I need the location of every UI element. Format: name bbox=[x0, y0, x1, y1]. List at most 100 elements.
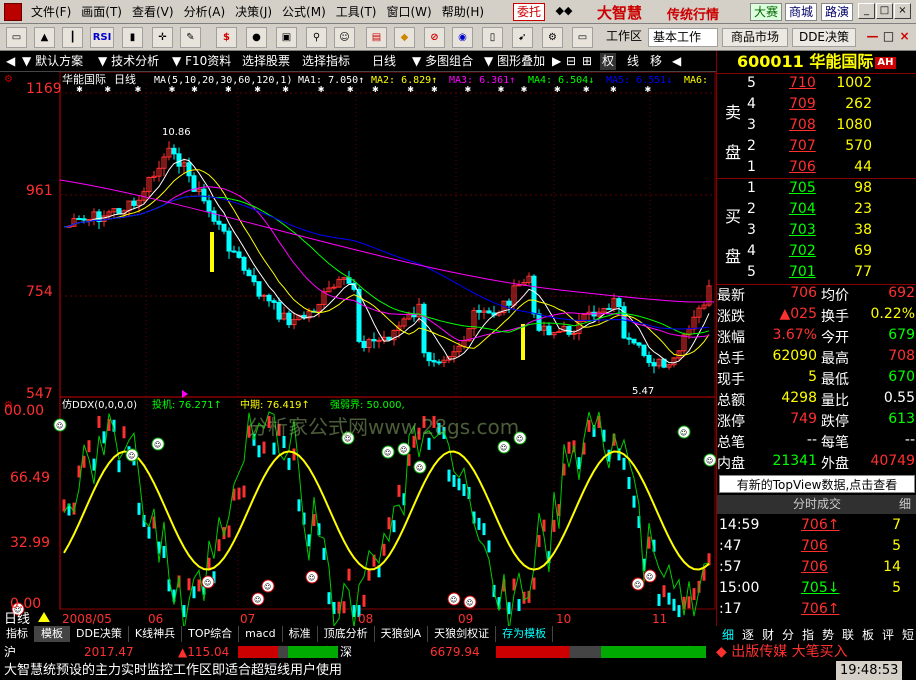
bottom-tab[interactable]: 天狼剑A bbox=[375, 626, 429, 642]
disk-icon[interactable]: ▯ bbox=[482, 27, 503, 48]
work-area-select[interactable]: 基本工作 bbox=[648, 28, 718, 47]
tool-icon[interactable]: ⚙ bbox=[542, 27, 563, 48]
tab-xian[interactable]: 线 bbox=[627, 53, 639, 70]
dde-button[interactable]: DDE决策 bbox=[792, 28, 856, 47]
roadshow-tag[interactable]: 路演 bbox=[821, 3, 854, 21]
quote-tab[interactable]: 逐 bbox=[739, 626, 757, 643]
tab-quan[interactable]: 权 bbox=[600, 53, 617, 70]
menu-formula[interactable]: 公式(M) bbox=[277, 0, 331, 24]
quote-tab[interactable]: 指 bbox=[799, 626, 817, 643]
tab-stock-pick[interactable]: 选择股票 bbox=[242, 53, 290, 70]
menu-window[interactable]: 窗口(W) bbox=[381, 0, 436, 24]
bottom-tab[interactable]: 顶底分析 bbox=[318, 626, 375, 642]
quote-tab[interactable]: 板 bbox=[859, 626, 877, 643]
trades-title: 分时成交 bbox=[792, 497, 841, 511]
menu-tools[interactable]: 工具(T) bbox=[331, 0, 382, 24]
quote-tab[interactable]: 分 bbox=[779, 626, 797, 643]
compare-icon[interactable]: ▣ bbox=[276, 27, 297, 48]
monitor-icon[interactable]: ▭ bbox=[572, 27, 593, 48]
trades-more-button[interactable]: 细 bbox=[899, 495, 911, 514]
sell-row[interactable]: 2 707 570 bbox=[717, 138, 916, 159]
tab-yi[interactable]: 移 bbox=[650, 53, 662, 70]
tab-minus-icon[interactable]: ⊟ bbox=[566, 53, 576, 70]
rocket-icon[interactable]: ➹ bbox=[512, 27, 533, 48]
money-icon[interactable]: $ bbox=[216, 27, 237, 48]
menu-screen[interactable]: 画面(T) bbox=[76, 0, 127, 24]
tab-multi[interactable]: ▼ 多图组合 bbox=[412, 53, 473, 70]
tab-indicator-pick[interactable]: 选择指标 bbox=[302, 53, 350, 70]
crosshair-icon[interactable]: ✛ bbox=[152, 27, 173, 48]
news-ticker[interactable]: ◆ 出版传媒 大笔买入 bbox=[716, 643, 848, 661]
tab-overlay[interactable]: ▼ 图形叠加 bbox=[484, 53, 545, 70]
sell-row[interactable]: 1 706 44 bbox=[717, 159, 916, 180]
rsi-icon[interactable]: RSI bbox=[90, 27, 114, 48]
tab-scheme[interactable]: ▼ 默认方案 bbox=[22, 53, 83, 70]
quote-tab[interactable]: 财 bbox=[759, 626, 777, 643]
stat-key: 总额 bbox=[717, 393, 745, 409]
sell-row[interactable]: 5 710 1002 bbox=[717, 75, 916, 96]
buy-row[interactable]: 5 701 77 bbox=[717, 264, 916, 285]
alert-icon[interactable]: ⊘ bbox=[424, 27, 445, 48]
pencil-icon[interactable]: ✎ bbox=[180, 27, 201, 48]
menu-decision[interactable]: 决策(J) bbox=[230, 0, 277, 24]
settings-icon[interactable]: ⚙ bbox=[4, 74, 13, 85]
right-arrow-icon[interactable]: ▶ bbox=[552, 53, 561, 70]
menu-analysis[interactable]: 分析(A) bbox=[179, 0, 231, 24]
contest-tag[interactable]: 大赛 bbox=[750, 3, 783, 21]
tab-arrow-icon[interactable]: ◀ bbox=[672, 53, 681, 70]
topview-notice[interactable]: 有新的TopView数据,点击查看 bbox=[719, 475, 915, 493]
chart-icon[interactable]: ▲ bbox=[34, 27, 55, 48]
tab-period[interactable]: 日线 bbox=[372, 53, 396, 70]
bottom-tab[interactable]: 指标 bbox=[0, 626, 35, 642]
market-button[interactable]: 商品市场 bbox=[722, 28, 788, 47]
sell-row[interactable]: 3 708 1080 bbox=[717, 117, 916, 138]
tab-f10[interactable]: ▼ F10资料 bbox=[172, 53, 231, 70]
brand-logo: 大智慧 bbox=[597, 4, 643, 22]
trade-price: 706 bbox=[801, 559, 828, 575]
bottom-tab[interactable]: 天狼剑权证 bbox=[428, 626, 497, 642]
buy-row[interactable]: 4 702 69 bbox=[717, 243, 916, 264]
bottom-tab[interactable]: DDE决策 bbox=[70, 626, 129, 642]
stat-value: 40749 bbox=[870, 453, 915, 469]
left-arrow-icon[interactable]: ◀ bbox=[6, 53, 15, 70]
delegate-button[interactable]: 委托 bbox=[513, 3, 546, 21]
globe-icon[interactable]: ◉ bbox=[452, 27, 473, 48]
quote-tab[interactable]: 短 bbox=[899, 626, 916, 643]
buy-row[interactable]: 3 703 38 bbox=[717, 222, 916, 243]
kline-chart-svg[interactable]: ✱ ✱ ✱ ✱ ✱ ✱ ✱ ✱ ✱ ✱ ✱ ✱ ✱ ✱ ✱ ✱ ✱ ✱ ✱ ✱ ☺☺☺☺☺☺☺☺☺ ☺☺☺ ☺☺☺☺☺☺☺… bbox=[0, 71, 717, 632]
binoculars-icon[interactable]: ● bbox=[246, 27, 267, 48]
chart-area[interactable]: ✱ ✱ ✱ ✱ ✱ ✱ ✱ ✱ ✱ ✱ ✱ ✱ ✱ ✱ ✱ ✱ ✱ ✱ ✱ ✱ ☺ ☺ ☺ ☺ ☺ ☺ ☺ ☺ ☺ ☺ ☺ ☺ ☺ ☺ ☺ ☺ ☺ ☺ ☺… bbox=[0, 71, 717, 632]
menu-file[interactable]: 文件(F) bbox=[26, 0, 76, 24]
quote-tab[interactable]: 势 bbox=[819, 626, 837, 643]
buy-row[interactable]: 2 704 23 bbox=[717, 201, 916, 222]
folder-icon[interactable]: ▭ bbox=[6, 27, 27, 48]
arrows-icon[interactable]: ◆◆ bbox=[553, 4, 575, 20]
close-icon[interactable]: × bbox=[894, 27, 915, 48]
sell-row[interactable]: 4 709 262 bbox=[717, 96, 916, 117]
bottom-tab[interactable]: K线神兵 bbox=[129, 626, 183, 642]
maximize-button[interactable]: □ bbox=[876, 3, 893, 19]
kline-icon[interactable]: ┃ bbox=[62, 27, 83, 48]
quote-tab[interactable]: 联 bbox=[839, 626, 857, 643]
bottom-tab[interactable]: TOP综合 bbox=[182, 626, 240, 642]
report-icon[interactable]: ▤ bbox=[366, 27, 387, 48]
quote-tab[interactable]: 评 bbox=[879, 626, 897, 643]
bottom-tab[interactable]: 模板 bbox=[35, 626, 70, 642]
menu-help[interactable]: 帮助(H) bbox=[437, 0, 489, 24]
search-icon[interactable]: ⚲ bbox=[306, 27, 327, 48]
buy-row[interactable]: 1 705 98 bbox=[717, 180, 916, 201]
quote-tab[interactable]: 细 bbox=[719, 626, 737, 643]
bottom-tab[interactable]: macd bbox=[239, 626, 283, 642]
volume: 570 bbox=[845, 138, 872, 154]
bottom-tab[interactable]: 标准 bbox=[283, 626, 318, 642]
minimize-button[interactable]: _ bbox=[858, 3, 875, 19]
close-button[interactable]: × bbox=[894, 3, 911, 19]
mall-tag[interactable]: 商城 bbox=[785, 3, 818, 21]
tab-plus-icon[interactable]: ⊞ bbox=[582, 53, 592, 70]
histogram-icon[interactable]: ▮ bbox=[122, 27, 143, 48]
people-icon[interactable]: ☺ bbox=[334, 27, 355, 48]
tab-tech[interactable]: ▼ 技术分析 bbox=[98, 53, 159, 70]
bottom-tab[interactable]: 存为模板 bbox=[496, 626, 554, 642]
diamond-icon[interactable]: ◆ bbox=[394, 27, 415, 48]
menu-view[interactable]: 查看(V) bbox=[127, 0, 179, 24]
